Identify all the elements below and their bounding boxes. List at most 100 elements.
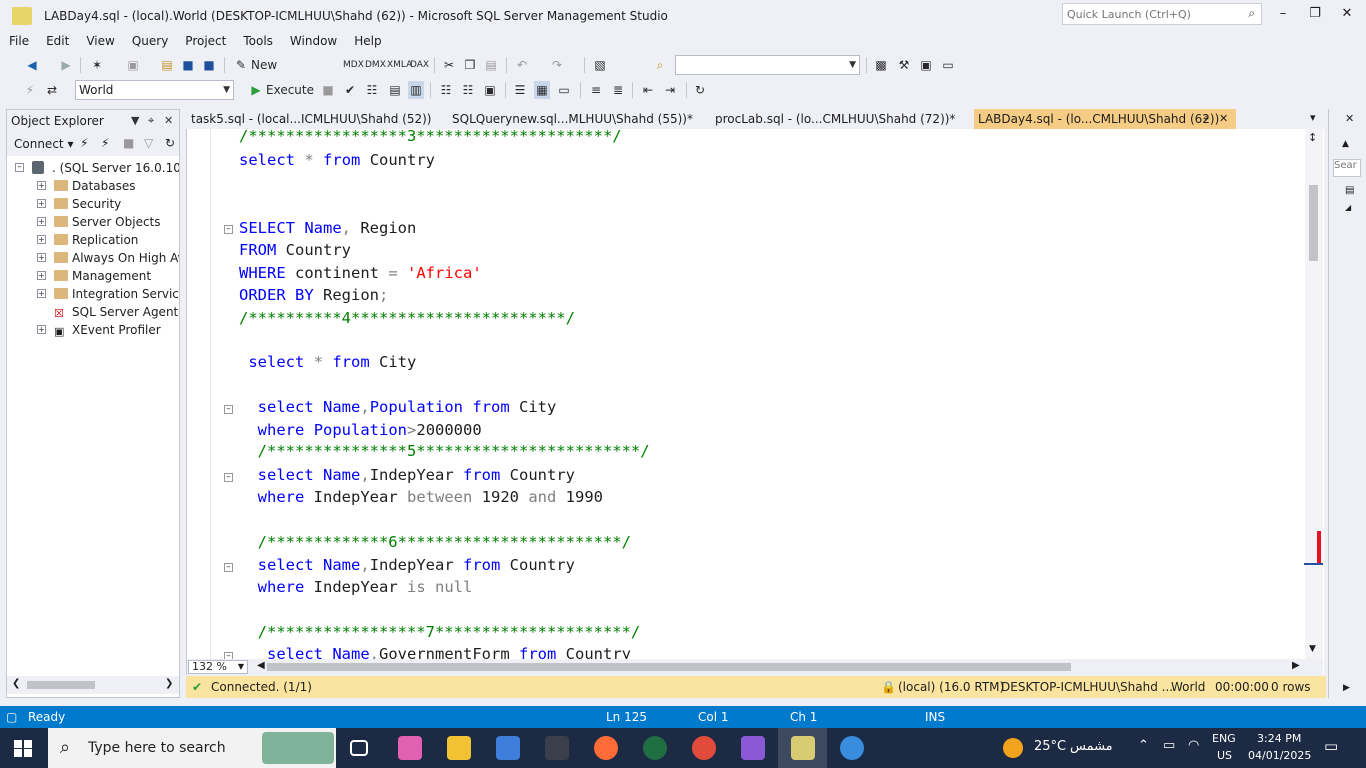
- expand-icon[interactable]: +: [37, 217, 46, 226]
- specify-values-icon[interactable]: ↻: [692, 81, 708, 99]
- execute-button[interactable]: Execute: [266, 81, 314, 99]
- tree-node-server-objects[interactable]: + Server Objects: [7, 213, 179, 231]
- code-editor[interactable]: – – – – – /*****************3***********…: [186, 127, 1324, 675]
- new-project-icon[interactable]: ✶: [88, 56, 106, 74]
- live-stats-icon[interactable]: ☷: [460, 81, 476, 99]
- tree-node-replication[interactable]: + Replication: [7, 231, 179, 249]
- activity-monitor-icon[interactable]: ▧: [592, 56, 608, 74]
- back-icon[interactable]: ◀: [24, 56, 40, 74]
- open-file-icon[interactable]: ▤: [158, 56, 176, 74]
- filter-icon[interactable]: ▽: [144, 136, 153, 150]
- start-button[interactable]: [14, 740, 32, 757]
- copilot-icon[interactable]: [398, 736, 422, 760]
- copy-icon[interactable]: ❐: [462, 56, 478, 74]
- results-file-icon[interactable]: ▭: [556, 81, 572, 99]
- expand-icon[interactable]: +: [37, 289, 46, 298]
- battery-icon[interactable]: ▭: [1163, 738, 1175, 753]
- wifi-icon[interactable]: ◠: [1188, 738, 1199, 753]
- uncomment-icon[interactable]: ≣: [610, 81, 626, 99]
- expand-icon[interactable]: +: [37, 235, 46, 244]
- connect-dropdown[interactable]: Connect ▾: [14, 135, 73, 153]
- vscroll-thumb[interactable]: [1309, 185, 1318, 261]
- save-all-icon[interactable]: ■: [201, 56, 217, 74]
- dax-query-icon[interactable]: DAX: [410, 56, 429, 74]
- change-connection-icon[interactable]: ⇄: [44, 81, 60, 99]
- connect-icon[interactable]: ⚡: [22, 81, 38, 99]
- expand-arrow-icon[interactable]: ◢: [1345, 203, 1351, 212]
- editor-vscroll[interactable]: ↕ ▼: [1305, 129, 1323, 659]
- properties-icon[interactable]: ▩: [873, 56, 889, 74]
- find-icon[interactable]: ⌕: [652, 56, 668, 74]
- visual-studio-code-icon[interactable]: [545, 736, 569, 760]
- language-code[interactable]: ENG: [1212, 732, 1236, 745]
- refresh-icon[interactable]: ↻: [165, 136, 175, 150]
- zoom-select[interactable]: 132 % ▼: [188, 660, 248, 674]
- weather-temp[interactable]: 25°C: [1034, 739, 1066, 754]
- outdent-icon[interactable]: ⇤: [640, 81, 656, 99]
- client-stats-icon[interactable]: ▣: [482, 81, 498, 99]
- visual-studio-icon[interactable]: [741, 736, 765, 760]
- xmla-query-icon[interactable]: XMLA: [387, 56, 412, 74]
- quick-launch[interactable]: ⌕: [1062, 3, 1262, 25]
- toolbox-icon[interactable]: ▣: [918, 56, 934, 74]
- menu-file[interactable]: File: [0, 32, 37, 50]
- fold-toggle[interactable]: –: [224, 405, 233, 414]
- task-view-icon[interactable]: [350, 740, 368, 756]
- object-explorer-hscroll[interactable]: ❮ ❯: [7, 676, 179, 694]
- split-icon[interactable]: ↕: [1308, 131, 1317, 144]
- chrome-icon[interactable]: [692, 736, 716, 760]
- postman-icon[interactable]: [594, 736, 618, 760]
- menu-view[interactable]: View: [77, 32, 122, 50]
- stop-icon[interactable]: ■: [123, 136, 134, 150]
- new-query-button[interactable]: New Query: [251, 56, 313, 90]
- expand-icon[interactable]: +: [37, 181, 46, 190]
- add-item-icon[interactable]: ▣: [124, 56, 142, 74]
- scroll-up-icon[interactable]: ▲: [1342, 139, 1349, 149]
- solution-config-combo[interactable]: ▼: [675, 55, 860, 75]
- expand-icon[interactable]: +: [37, 253, 46, 262]
- menu-window[interactable]: Window: [281, 32, 345, 50]
- hscroll-thumb[interactable]: [267, 663, 1071, 671]
- sql-code[interactable]: /*****************3*********************…: [239, 127, 650, 659]
- menu-help[interactable]: Help: [345, 32, 389, 50]
- disconnect-icon[interactable]: ⚡: [101, 136, 109, 150]
- cut-icon[interactable]: ✂: [441, 56, 457, 74]
- command-window-icon[interactable]: ▭: [940, 56, 956, 74]
- region-code[interactable]: US: [1217, 749, 1232, 762]
- tab-task5[interactable]: task5.sql - (local...ICMLHUU\Shahd (52)): [191, 109, 431, 129]
- connect-plug-icon[interactable]: ⚡: [80, 136, 88, 150]
- scroll-left-icon[interactable]: ◀: [257, 660, 265, 671]
- fold-toggle[interactable]: –: [224, 473, 233, 482]
- categorized-icon[interactable]: ▤: [1345, 185, 1354, 196]
- file-explorer-icon[interactable]: [447, 736, 471, 760]
- scroll-down-icon[interactable]: ▼: [1309, 644, 1316, 654]
- wrench-icon[interactable]: ⚒: [896, 56, 912, 74]
- restore-button[interactable]: ❐: [1300, 4, 1330, 24]
- clock-time[interactable]: 3:24 PM: [1257, 732, 1301, 745]
- results-to-icon[interactable]: ▥: [408, 81, 424, 99]
- scroll-right-icon[interactable]: ▶: [1292, 660, 1300, 671]
- chevron-up-icon[interactable]: ⌃: [1138, 738, 1149, 753]
- scroll-left-icon[interactable]: ❮: [12, 678, 20, 689]
- chrome-profile-icon[interactable]: [840, 736, 864, 760]
- results-text-icon[interactable]: ☰: [512, 81, 528, 99]
- forward-icon[interactable]: ▶: [58, 56, 74, 74]
- paste-icon[interactable]: ▤: [483, 56, 499, 74]
- scroll-thumb[interactable]: [27, 681, 95, 689]
- tree-node-databases[interactable]: + Databases: [7, 177, 179, 195]
- mdx-query-icon[interactable]: MDX: [343, 56, 364, 74]
- display-plan-icon[interactable]: ☷: [364, 81, 380, 99]
- tree-node-xevent-profiler[interactable]: + ▣ XEvent Profiler: [7, 321, 179, 339]
- query-designer-icon[interactable]: ▤: [387, 81, 403, 99]
- minimize-button[interactable]: –: [1268, 4, 1298, 24]
- scroll-right-icon[interactable]: ▶: [1343, 683, 1350, 693]
- tree-node-management[interactable]: + Management: [7, 267, 179, 285]
- panel-close-icon[interactable]: ✕: [1345, 112, 1354, 125]
- fold-toggle[interactable]: –: [224, 225, 233, 234]
- tab-proclab[interactable]: procLab.sql - (lo...CMLHUU\Shahd (72))*: [715, 109, 955, 129]
- panel-close-icon[interactable]: ✕: [164, 110, 173, 132]
- database-select[interactable]: World ▼: [75, 80, 234, 100]
- properties-search[interactable]: Sear: [1333, 159, 1361, 177]
- comment-icon[interactable]: ≡: [588, 81, 604, 99]
- menu-tools[interactable]: Tools: [234, 32, 281, 50]
